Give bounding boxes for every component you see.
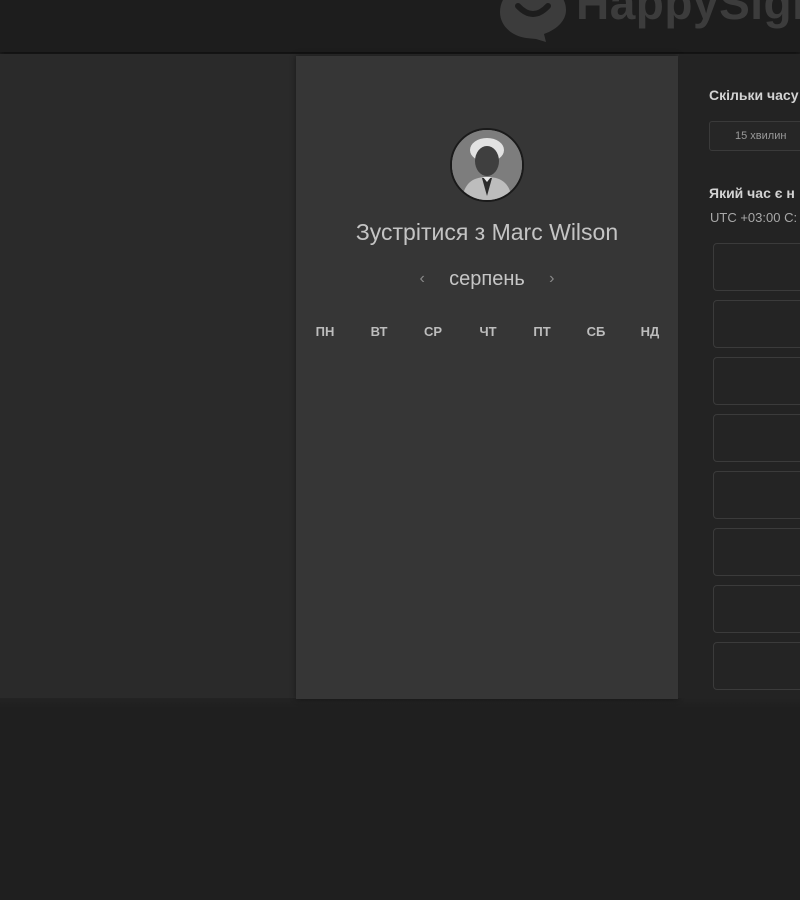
weekday-sun: НД (640, 324, 660, 339)
time-slot[interactable] (713, 243, 800, 291)
time-slot[interactable] (713, 414, 800, 462)
booking-panel: Скільки часу 15 хвилин Який час є н UTC … (679, 54, 800, 698)
timezone-label[interactable]: UTC +03:00 С: (710, 210, 797, 225)
weekday-fri: ПТ (533, 324, 551, 339)
time-slot[interactable] (713, 357, 800, 405)
time-slot[interactable] (713, 642, 800, 690)
time-slot[interactable] (713, 471, 800, 519)
weekday-mon: ПН (315, 324, 335, 339)
person-photo-icon (452, 130, 522, 200)
time-slot[interactable] (713, 585, 800, 633)
next-month-button[interactable]: › (541, 270, 563, 288)
weekday-tue: ВТ (370, 324, 388, 339)
calendar-card: Зустрітися з Marc Wilson ‹ серпень › ПН … (296, 56, 678, 699)
duration-heading: Скільки часу (709, 87, 799, 103)
month-label: серпень (449, 267, 525, 290)
weekday-thu: ЧТ (479, 324, 497, 339)
previous-month-button[interactable]: ‹ (411, 270, 433, 288)
month-navigation: ‹ серпень › (296, 266, 678, 292)
time-heading: Який час є н (709, 185, 795, 201)
weekday-header: ПН ВТ СР ЧТ ПТ СБ НД (296, 324, 678, 344)
time-slot[interactable] (713, 528, 800, 576)
logo-text: HappySign (576, 0, 800, 29)
time-slot[interactable] (713, 300, 800, 348)
speech-bubble-logo-icon (500, 0, 566, 42)
duration-option-button[interactable]: 15 хвилин (709, 121, 800, 151)
top-header: HappySign (0, 0, 800, 52)
band-shadow (0, 698, 800, 708)
avatar (450, 128, 524, 202)
weekday-sat: СБ (586, 324, 606, 339)
meeting-title: Зустрітися з Marc Wilson (355, 219, 619, 245)
weekday-wed: СР (423, 324, 443, 339)
